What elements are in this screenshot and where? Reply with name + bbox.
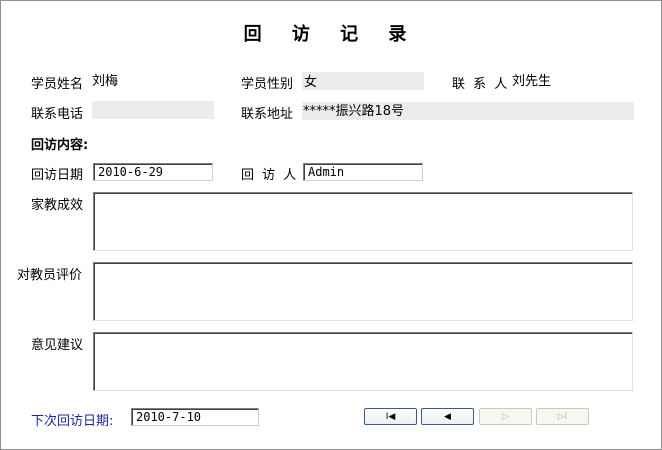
next-record-button[interactable]: ▷ xyxy=(479,408,532,425)
student-name-label: 学员姓名 xyxy=(31,77,84,92)
tutoring-effect-label: 家教成效 xyxy=(31,198,84,213)
student-name-value: 刘梅 xyxy=(92,74,119,89)
student-gender-label: 学员性别 xyxy=(241,77,294,92)
contact-address-value: *****振兴路18号 xyxy=(303,104,405,119)
teacher-evaluation-label: 对教员评价 xyxy=(17,268,83,283)
tutoring-effect-textarea[interactable] xyxy=(93,192,633,251)
previous-record-button[interactable]: ◀ xyxy=(421,408,474,425)
contact-person-label: 联 系 人 xyxy=(452,77,510,92)
visit-date-input[interactable] xyxy=(93,163,213,181)
contact-address-label: 联系地址 xyxy=(241,107,294,122)
visit-content-heading: 回访内容: xyxy=(31,138,89,153)
visitor-input[interactable] xyxy=(303,163,423,181)
teacher-evaluation-textarea[interactable] xyxy=(93,262,633,321)
next-visit-date-label: 下次回访日期: xyxy=(31,414,114,429)
next-record-icon: ▷ xyxy=(502,411,509,422)
visitor-label: 回 访 人 xyxy=(241,168,299,183)
previous-record-icon: ◀ xyxy=(444,411,451,422)
last-record-icon: ▷I xyxy=(557,411,568,422)
first-record-icon: I◀ xyxy=(385,411,396,422)
first-record-button[interactable]: I◀ xyxy=(364,408,417,425)
contact-phone-field xyxy=(92,101,214,119)
page-title: 回 访 记 录 xyxy=(243,24,419,45)
visit-date-label: 回访日期 xyxy=(31,168,84,183)
suggestion-label: 意见建议 xyxy=(31,338,84,353)
last-record-button[interactable]: ▷I xyxy=(536,408,589,425)
contact-phone-label: 联系电话 xyxy=(31,107,84,122)
student-gender-field xyxy=(302,72,424,90)
student-gender-value: 女 xyxy=(304,75,318,90)
suggestion-textarea[interactable] xyxy=(93,332,633,391)
contact-person-value: 刘先生 xyxy=(512,74,552,89)
next-visit-date-input[interactable] xyxy=(131,408,259,426)
